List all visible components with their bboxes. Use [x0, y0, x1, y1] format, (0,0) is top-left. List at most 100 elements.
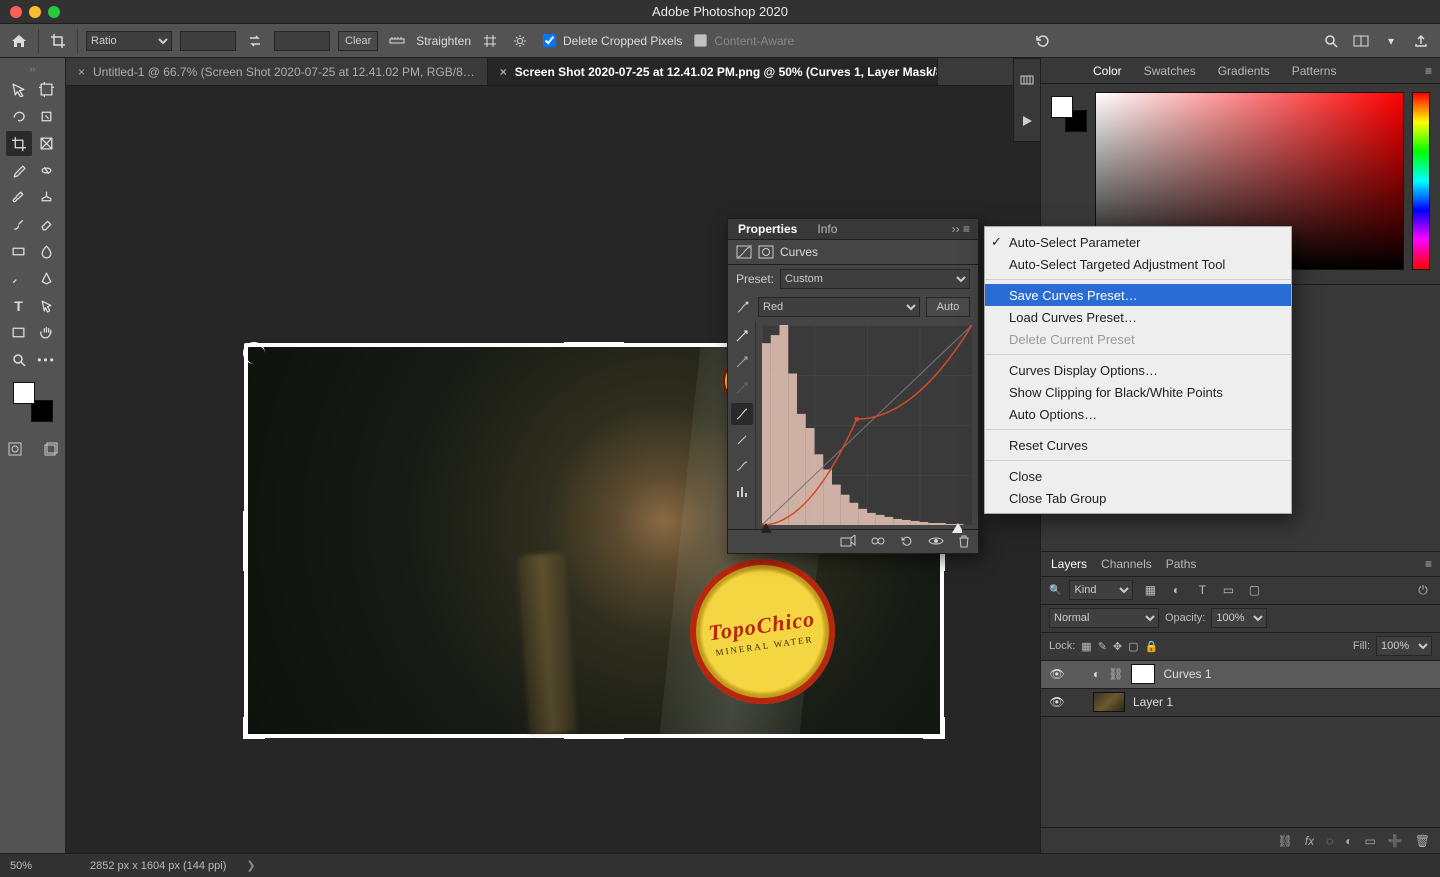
- sample-white-icon[interactable]: [731, 325, 753, 347]
- new-group-icon[interactable]: ▭: [1364, 834, 1375, 848]
- edit-curve-points-icon[interactable]: [731, 403, 753, 425]
- filter-smart-icon[interactable]: ▢: [1245, 581, 1263, 599]
- foreground-background-colors[interactable]: [13, 382, 53, 422]
- lock-all-icon[interactable]: 🔒: [1145, 640, 1159, 653]
- crop-width-input[interactable]: [180, 31, 236, 51]
- menu-item[interactable]: Load Curves Preset…: [985, 306, 1291, 328]
- search-icon[interactable]: [1320, 30, 1342, 52]
- crop-handle[interactable]: [923, 717, 945, 739]
- delete-layer-icon[interactable]: 🗑: [1415, 834, 1430, 848]
- fill-select[interactable]: 100%: [1376, 636, 1432, 656]
- frame-tool-icon[interactable]: [34, 131, 60, 156]
- zoom-level[interactable]: 50%: [10, 860, 70, 872]
- filter-type-icon[interactable]: T: [1193, 581, 1211, 599]
- visibility-eye-icon[interactable]: 👁: [1049, 695, 1065, 709]
- layer-kind-select[interactable]: Kind: [1069, 580, 1133, 600]
- lock-transparent-icon[interactable]: ▦: [1081, 640, 1091, 653]
- reset-crop-icon[interactable]: [1032, 30, 1054, 52]
- share-icon[interactable]: [1410, 30, 1432, 52]
- delete-adjustment-icon[interactable]: [958, 535, 970, 548]
- toolbox-grip[interactable]: ››: [30, 64, 36, 74]
- tab-patterns[interactable]: Patterns: [1288, 59, 1341, 83]
- quick-select-tool-icon[interactable]: [34, 104, 60, 129]
- zoom-window-button[interactable]: [48, 6, 60, 18]
- visibility-eye-icon[interactable]: 👁: [1049, 667, 1065, 681]
- new-fill-adjust-icon[interactable]: ◐: [1345, 834, 1352, 848]
- close-icon[interactable]: ×: [78, 65, 85, 79]
- clip-to-layer-icon[interactable]: [840, 535, 856, 547]
- layer-name[interactable]: Curves 1: [1163, 667, 1211, 681]
- artboard-tool-icon[interactable]: [34, 77, 60, 102]
- delete-cropped-input[interactable]: [543, 34, 556, 47]
- menu-item[interactable]: Close Tab Group: [985, 487, 1291, 509]
- gradient-tool-icon[interactable]: [6, 239, 32, 264]
- hue-slider[interactable]: [1412, 92, 1430, 270]
- crop-overlay-icon[interactable]: [479, 30, 501, 52]
- patch-tool-icon[interactable]: [34, 158, 60, 183]
- reset-adjustment-icon[interactable]: [900, 535, 914, 547]
- workspace-menu-icon[interactable]: ▾: [1380, 30, 1402, 52]
- layer-row[interactable]: 👁 Layer 1: [1041, 689, 1440, 717]
- curves-graph[interactable]: [762, 325, 972, 525]
- collapsed-panel-dock[interactable]: [1013, 58, 1041, 142]
- document-tab[interactable]: × Screen Shot 2020-07-25 at 12.41.02 PM.…: [488, 58, 938, 85]
- channel-select[interactable]: Red: [758, 297, 920, 317]
- menu-item[interactable]: Close: [985, 465, 1291, 487]
- arrange-documents-icon[interactable]: [1350, 30, 1372, 52]
- link-layers-icon[interactable]: ⛓: [1278, 834, 1293, 848]
- swap-dimensions-icon[interactable]: [244, 30, 266, 52]
- tab-gradients[interactable]: Gradients: [1214, 59, 1274, 83]
- menu-item[interactable]: Auto-Select Targeted Adjustment Tool: [985, 253, 1291, 275]
- menu-item[interactable]: Save Curves Preset…: [985, 284, 1291, 306]
- eraser-tool-icon[interactable]: [34, 212, 60, 237]
- rectangle-tool-icon[interactable]: [6, 320, 32, 345]
- on-image-adjust-icon[interactable]: [736, 300, 752, 314]
- panel-menu-icon[interactable]: ›› ≡: [944, 222, 978, 236]
- menu-item[interactable]: Auto Options…: [985, 403, 1291, 425]
- layer-fx-icon[interactable]: fx: [1305, 834, 1314, 848]
- type-tool-icon[interactable]: T: [6, 293, 32, 318]
- layer-mask-thumbnail[interactable]: [1131, 664, 1155, 684]
- lock-artboard-icon[interactable]: ▢: [1128, 640, 1138, 653]
- crop-handle[interactable]: [564, 734, 624, 739]
- draw-curve-icon[interactable]: [731, 429, 753, 451]
- filter-adjustment-icon[interactable]: ◐: [1167, 581, 1185, 599]
- black-point-slider[interactable]: [762, 523, 772, 533]
- home-button[interactable]: [8, 30, 30, 52]
- quick-mask-icon[interactable]: [2, 436, 28, 461]
- path-select-tool-icon[interactable]: [34, 293, 60, 318]
- layer-thumbnail[interactable]: [1093, 692, 1125, 712]
- dodge-tool-icon[interactable]: [6, 266, 32, 291]
- stamp-tool-icon[interactable]: [34, 185, 60, 210]
- view-previous-state-icon[interactable]: [870, 535, 886, 547]
- crop-tool-icon[interactable]: [47, 30, 69, 52]
- crop-handle[interactable]: [564, 342, 624, 347]
- smooth-curve-icon[interactable]: [731, 455, 753, 477]
- move-tool-icon[interactable]: [6, 77, 32, 102]
- panel-fg-color[interactable]: [1051, 96, 1073, 118]
- status-menu-caret[interactable]: ❯: [246, 859, 255, 872]
- tab-color[interactable]: Color: [1089, 59, 1126, 83]
- screen-mode-icon[interactable]: [38, 436, 64, 461]
- filter-toggle-icon[interactable]: ⏻: [1414, 581, 1432, 599]
- menu-item[interactable]: Show Clipping for Black/White Points: [985, 381, 1291, 403]
- zoom-tool-icon[interactable]: [6, 347, 32, 372]
- tab-info[interactable]: Info: [807, 222, 847, 236]
- new-layer-icon[interactable]: ➕: [1388, 834, 1403, 848]
- blur-tool-icon[interactable]: [34, 239, 60, 264]
- close-icon[interactable]: ×: [500, 65, 507, 79]
- minimize-window-button[interactable]: [29, 6, 41, 18]
- filter-pixel-icon[interactable]: ▦: [1141, 581, 1159, 599]
- menu-item[interactable]: ✓Auto-Select Parameter: [985, 231, 1291, 253]
- dock-play-icon[interactable]: [1021, 115, 1033, 127]
- straighten-icon[interactable]: [386, 30, 408, 52]
- toggle-visibility-icon[interactable]: [928, 535, 944, 547]
- foreground-color[interactable]: [13, 382, 35, 404]
- tab-channels[interactable]: Channels: [1101, 557, 1152, 571]
- pen-tool-icon[interactable]: [34, 266, 60, 291]
- lock-image-icon[interactable]: ✎: [1098, 640, 1107, 653]
- layer-name[interactable]: Layer 1: [1133, 695, 1173, 709]
- crop-handle[interactable]: [243, 511, 248, 571]
- preset-select[interactable]: Custom: [780, 269, 970, 289]
- more-tools-icon[interactable]: •••: [34, 347, 60, 372]
